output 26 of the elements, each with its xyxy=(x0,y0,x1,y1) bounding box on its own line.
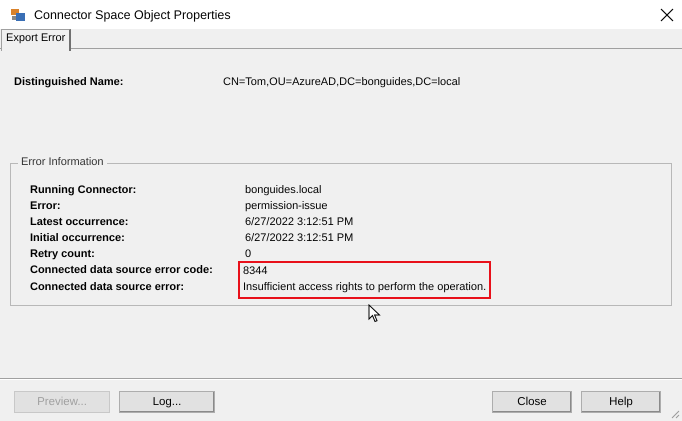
field-value: CN=Tom,OU=AzureAD,DC=bonguides,DC=local xyxy=(223,76,460,88)
field-label: Error: xyxy=(30,200,62,213)
field-value: 0 xyxy=(244,248,252,261)
resize-grip-icon[interactable] xyxy=(670,409,680,419)
field-label: Running Connector: xyxy=(30,184,138,197)
field-label: Connected data source error code: xyxy=(30,264,214,277)
field-value: permission-issue xyxy=(244,200,329,213)
close-icon[interactable] xyxy=(660,8,674,22)
field-label: Latest occurrence: xyxy=(30,216,130,229)
field-label: Initial occurrence: xyxy=(30,232,126,245)
app-icon xyxy=(10,6,26,22)
field-value: bonguides.local xyxy=(244,184,322,197)
group-title: Error Information xyxy=(18,156,107,168)
cursor-icon xyxy=(368,304,381,323)
field-label: Retry count: xyxy=(30,248,96,261)
field-value: Insufficient access rights to perform the operation. xyxy=(243,281,486,294)
dialog-button[interactable]: Help xyxy=(581,391,661,413)
dialog-button[interactable]: Close xyxy=(492,391,572,413)
window-title: Connector Space Object Properties xyxy=(34,8,232,22)
field-value: 6/27/2022 3:12:51 PM xyxy=(244,216,354,229)
tab[interactable]: Export Error xyxy=(1,29,72,51)
field-label: Distinguished Name: xyxy=(14,76,124,88)
dialog-button[interactable]: Log... xyxy=(119,391,215,413)
field-label: Connected data source error: xyxy=(30,281,186,294)
field-value: 8344 xyxy=(243,265,268,278)
field-value: 6/27/2022 3:12:51 PM xyxy=(244,232,354,245)
